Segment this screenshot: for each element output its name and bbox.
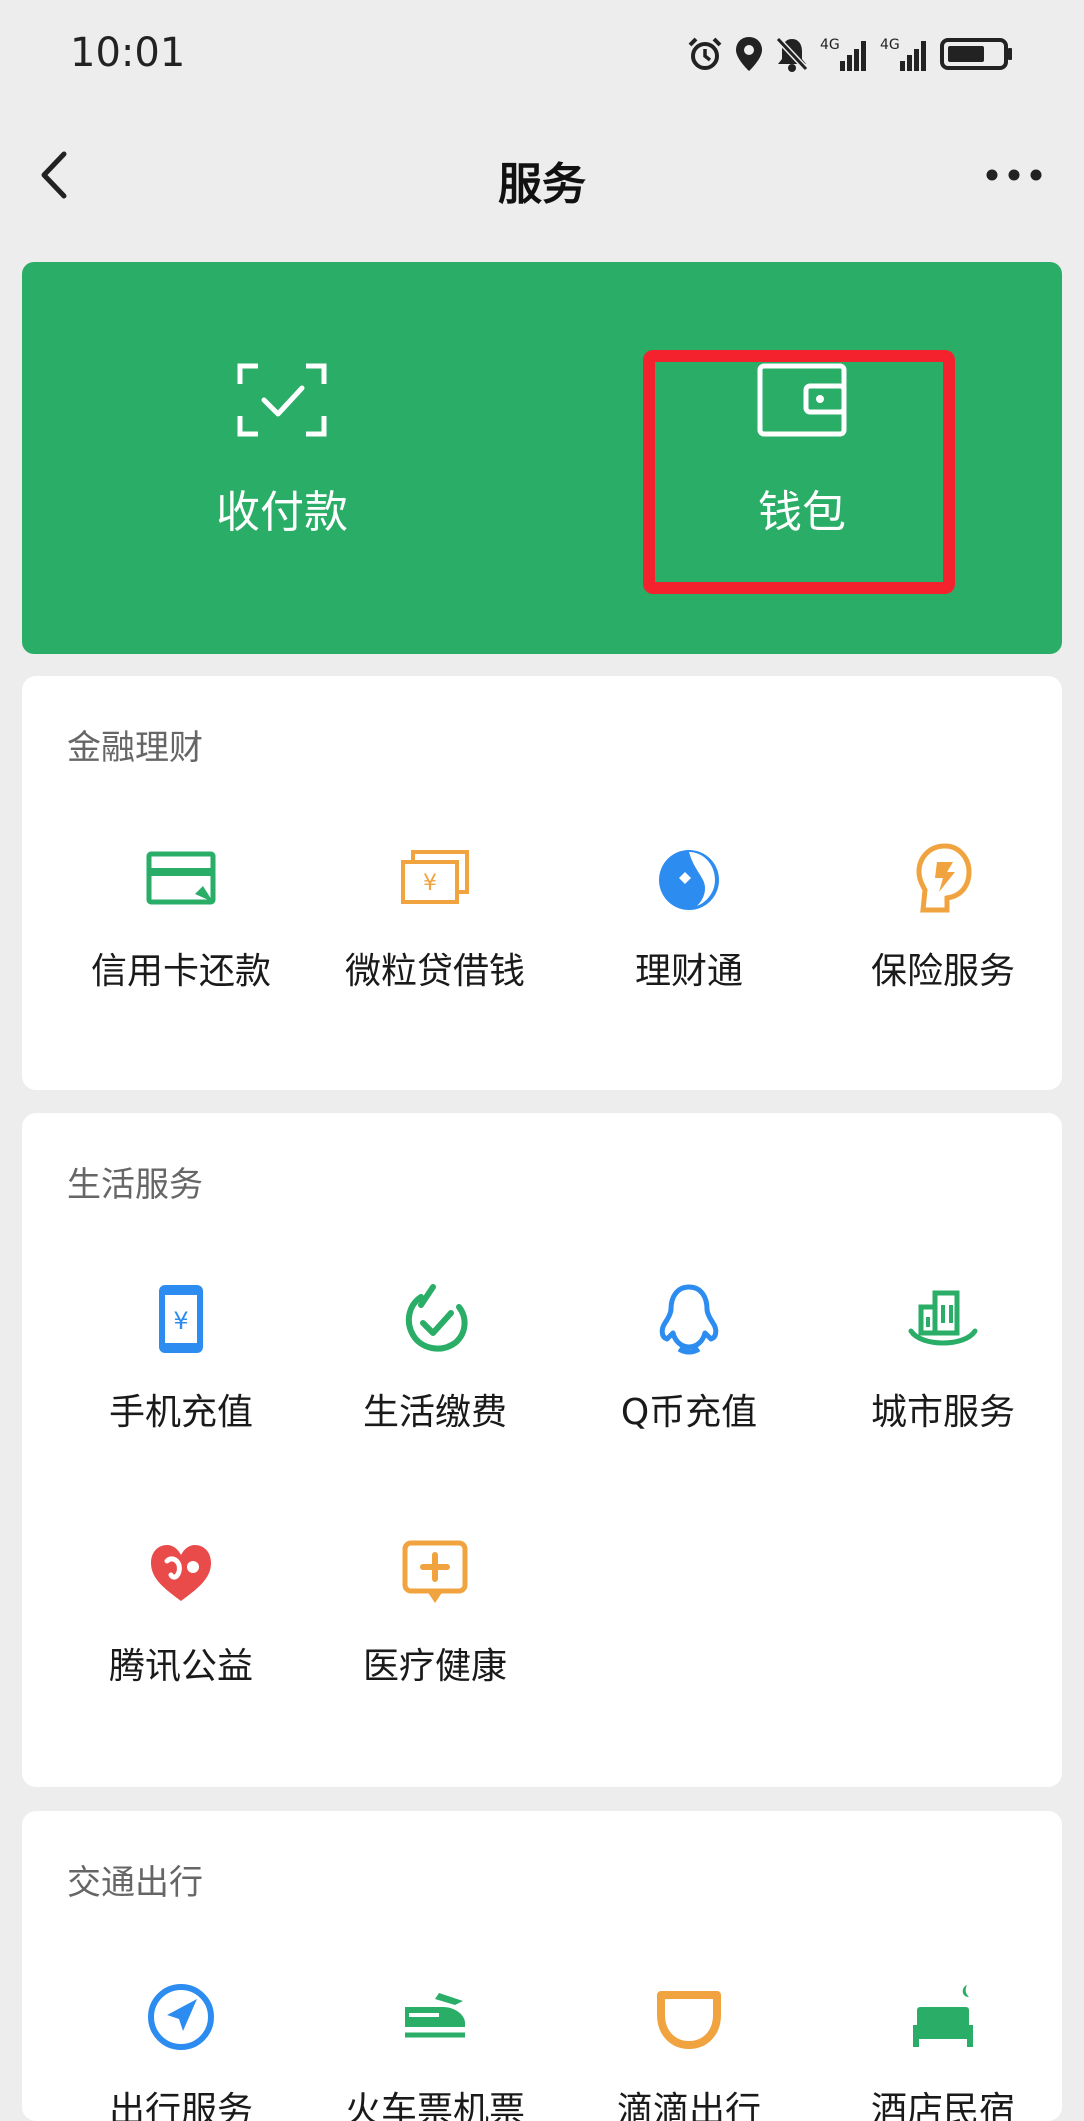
alarm-icon	[688, 37, 722, 70]
item-label: 腾讯公益	[108, 1646, 253, 1687]
item-label: 滴滴出行	[616, 2090, 761, 2121]
navigation-icon	[148, 1984, 214, 2050]
item-label: 医疗健康	[362, 1646, 507, 1687]
medical-health-button[interactable]: 医疗健康	[308, 1537, 562, 1727]
highlight-annotation-box	[643, 350, 955, 594]
nav-bar: 服务	[0, 130, 1084, 220]
status-time: 10:01	[70, 30, 186, 76]
svg-text:¥: ¥	[423, 871, 437, 896]
signal-4g-icon: 4G	[820, 37, 866, 71]
mobile-recharge-icon: ¥	[159, 1285, 203, 1353]
svg-text:4G: 4G	[820, 37, 840, 53]
insurance-button[interactable]: 保险服务	[816, 842, 1062, 1032]
charity-heart-icon	[151, 1545, 211, 1601]
section-transport: 交通出行 出行服务 火车票机票 滴滴出行 酒店民宿	[22, 1811, 1062, 2121]
scan-pay-icon	[237, 363, 327, 437]
status-bar: 10:01 4G 4G	[0, 0, 1084, 112]
item-label: 保险服务	[870, 951, 1015, 992]
utility-bill-button[interactable]: 生活缴费	[308, 1283, 562, 1473]
more-button[interactable]	[984, 162, 1044, 188]
item-label: 理财通	[634, 951, 743, 992]
section-title: 交通出行	[67, 1863, 203, 1903]
credit-card-repay-button[interactable]: 信用卡还款	[54, 842, 308, 1032]
qcoin-recharge-button[interactable]: Q币充值	[562, 1283, 816, 1473]
pay-receive-button[interactable]: 收付款	[22, 262, 542, 654]
item-label: 手机充值	[108, 1392, 253, 1433]
section-finance: 金融理财 信用卡还款 ¥ 微粒贷借钱 理财通 保险服务	[22, 676, 1062, 1090]
travel-service-button[interactable]: 出行服务	[54, 1981, 308, 2121]
mute-icon	[775, 36, 809, 72]
credit-card-icon	[146, 851, 216, 905]
train-plane-icon	[405, 1993, 465, 2038]
item-label: 出行服务	[108, 2090, 253, 2121]
mobile-recharge-button[interactable]: ¥ 手机充值	[54, 1283, 308, 1473]
hotel-homestay-button[interactable]: 酒店民宿	[816, 1981, 1062, 2121]
qq-penguin-icon	[659, 1284, 719, 1355]
licaitong-icon	[659, 850, 719, 910]
hotel-bed-icon	[913, 1985, 973, 2047]
status-icons: 4G 4G	[686, 34, 1014, 74]
city-service-button[interactable]: 城市服务	[816, 1283, 1062, 1473]
battery-icon	[940, 38, 1012, 70]
pay-receive-label: 收付款	[216, 487, 348, 538]
train-flight-ticket-button[interactable]: 火车票机票	[308, 1981, 562, 2121]
section-title: 生活服务	[67, 1165, 203, 1205]
utility-bill-icon	[405, 1284, 468, 1352]
item-label: 信用卡还款	[90, 951, 271, 992]
didi-button[interactable]: 滴滴出行	[562, 1981, 816, 2121]
item-label: 生活缴费	[362, 1392, 507, 1433]
page-title: 服务	[498, 159, 586, 210]
signal-4g-icon: 4G	[880, 37, 926, 71]
weilidai-loan-button[interactable]: ¥ 微粒贷借钱	[308, 842, 562, 1032]
insurance-icon	[916, 843, 972, 913]
city-service-icon	[908, 1290, 978, 1346]
svg-text:¥: ¥	[173, 1307, 188, 1335]
didi-icon	[657, 1991, 721, 2049]
tencent-charity-button[interactable]: 腾讯公益	[54, 1537, 308, 1727]
section-title: 金融理财	[67, 728, 203, 768]
svg-text:4G: 4G	[880, 37, 900, 53]
item-label: 微粒贷借钱	[344, 951, 525, 992]
section-life: 生活服务 ¥ 手机充值 生活缴费 Q币充值 城市服务 腾讯公益 医疗健康	[22, 1113, 1062, 1787]
item-label: 城市服务	[870, 1392, 1015, 1433]
item-label: 火车票机票	[344, 2090, 525, 2121]
medical-icon	[402, 1540, 468, 1603]
location-icon	[736, 37, 762, 71]
licaitong-button[interactable]: 理财通	[562, 842, 816, 1032]
loan-icon: ¥	[401, 850, 469, 904]
item-label: Q币充值	[620, 1392, 758, 1433]
item-label: 酒店民宿	[870, 2090, 1015, 2121]
